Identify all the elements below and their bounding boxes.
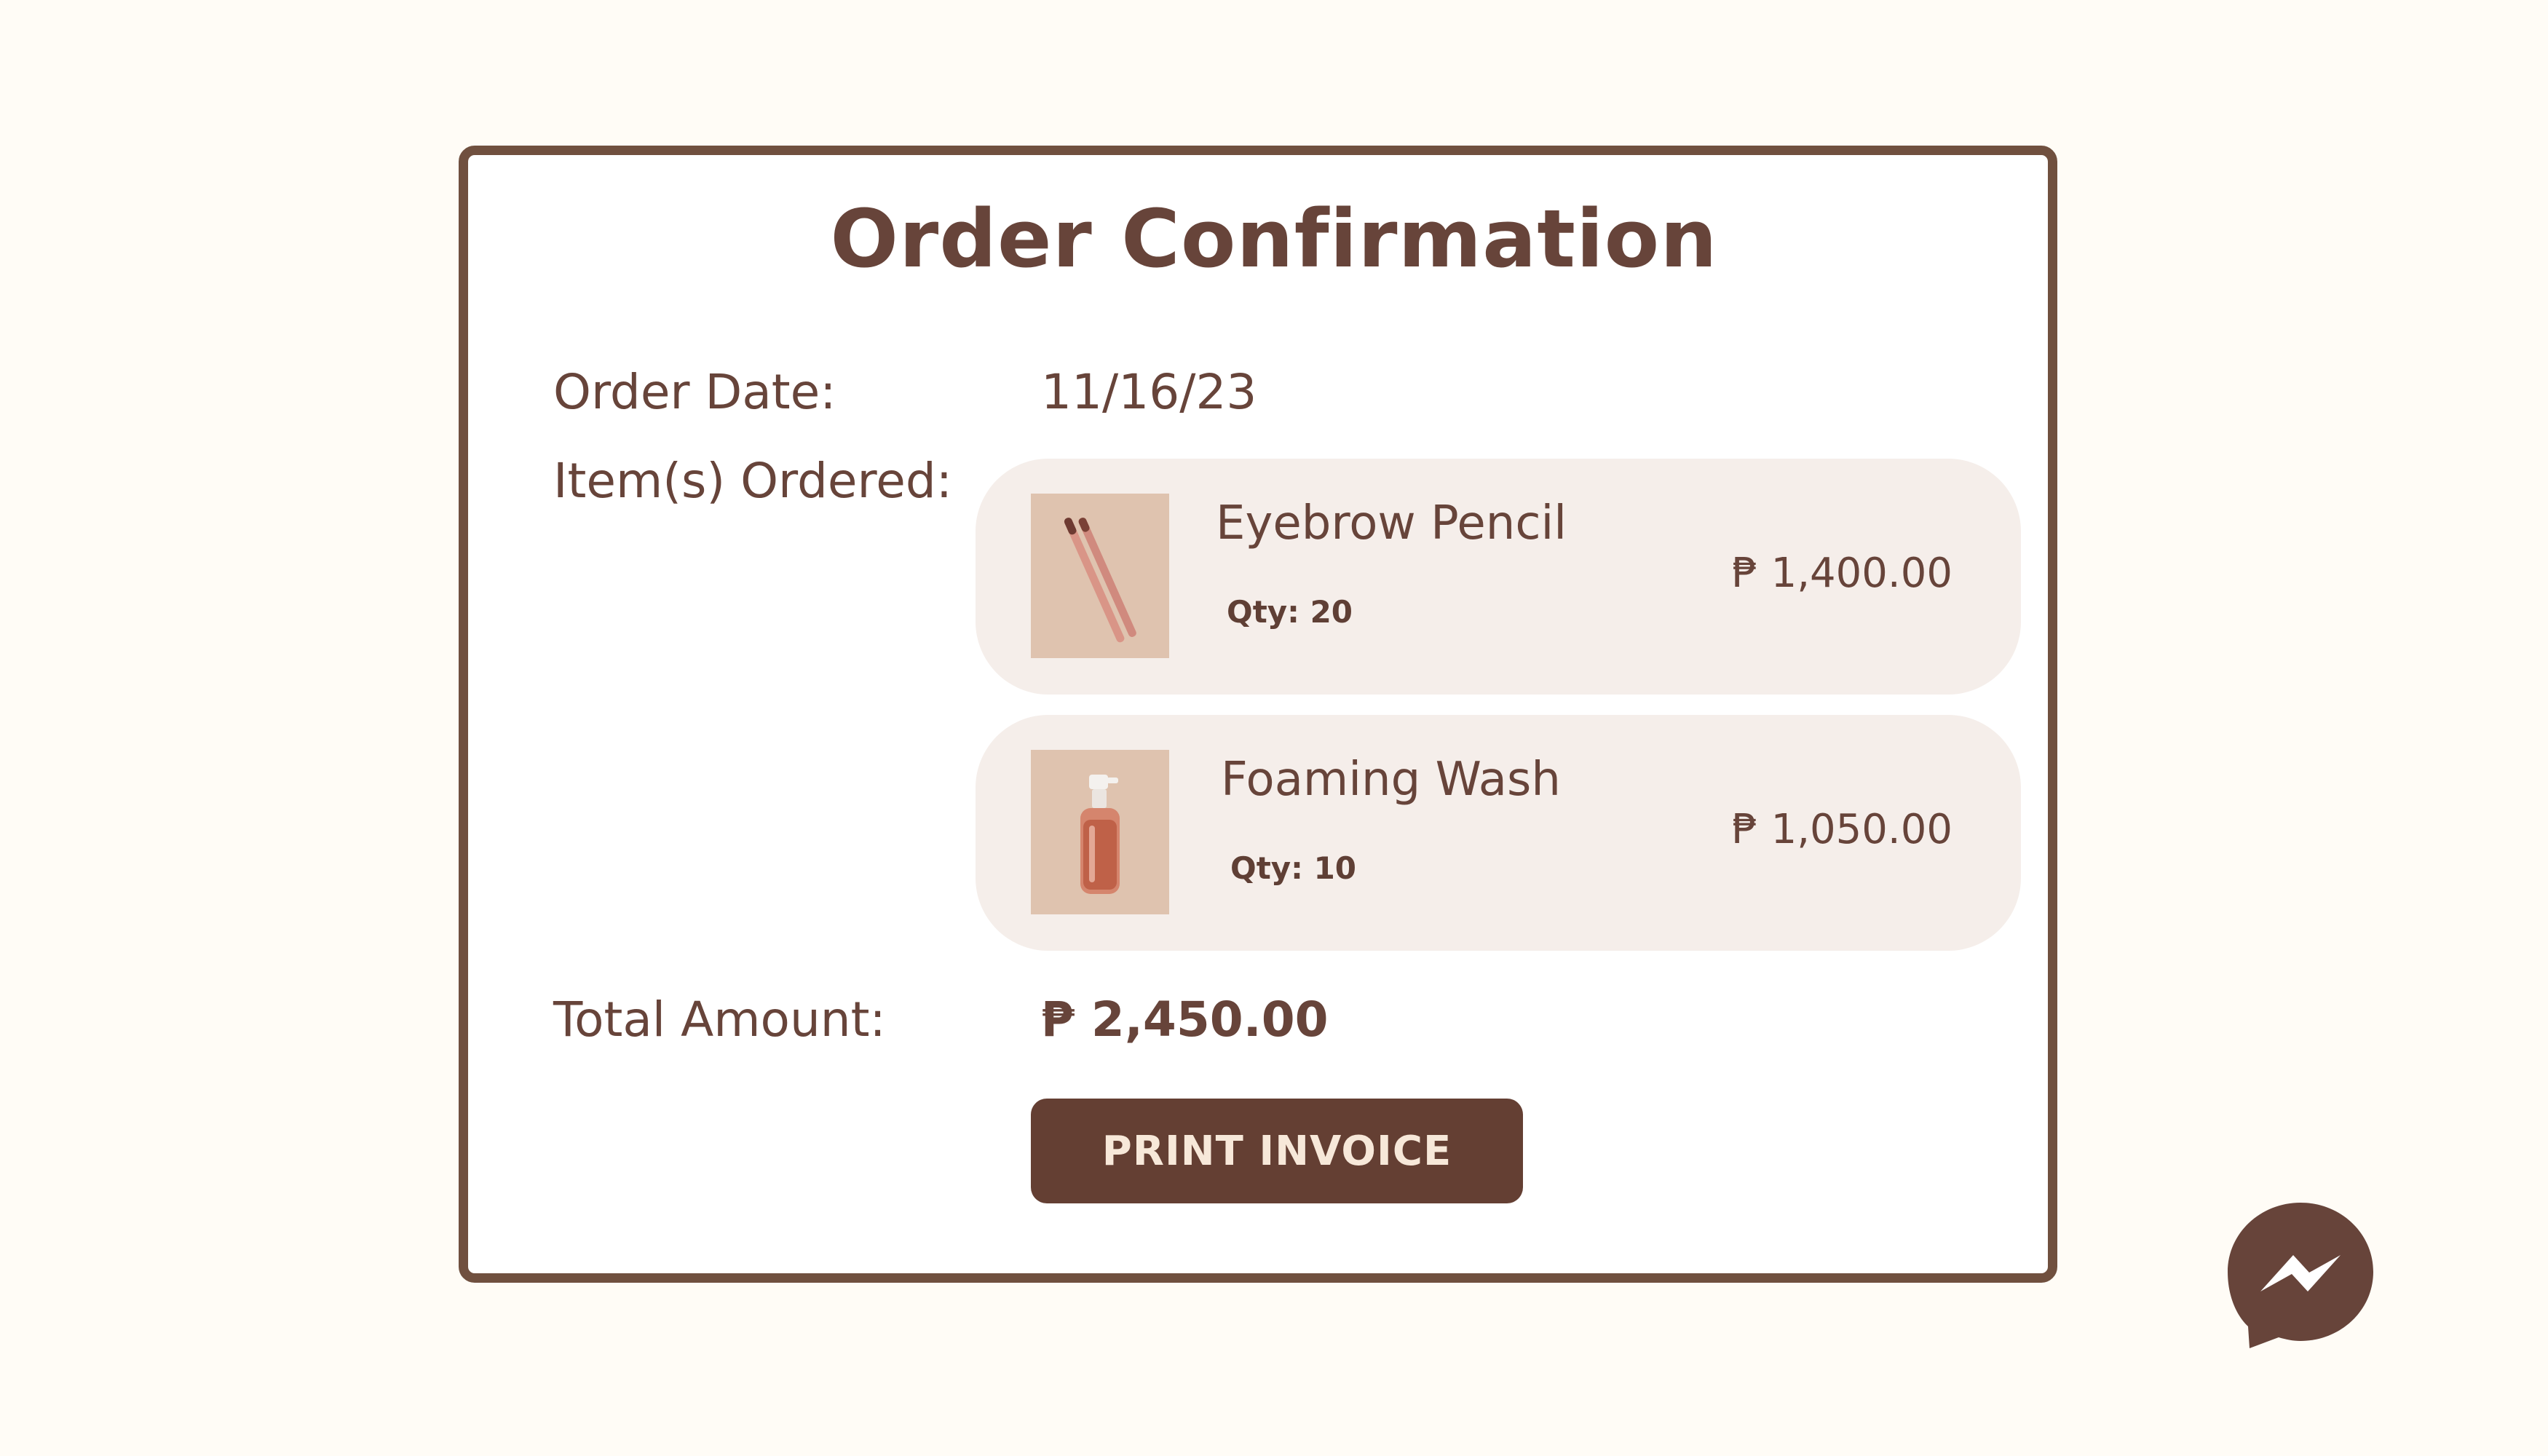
order-date-value: 11/16/23 xyxy=(1041,364,1257,420)
item-name: Foaming Wash xyxy=(1221,753,1561,807)
item-qty: Qty: 20 xyxy=(1227,594,1353,630)
item-name: Eyebrow Pencil xyxy=(1216,496,1567,550)
eyebrow-pencil-image xyxy=(1031,494,1169,658)
item-qty: Qty: 10 xyxy=(1230,850,1357,886)
item-price: ₱ 1,400.00 xyxy=(1732,550,1952,597)
foaming-wash-image xyxy=(1031,750,1169,914)
order-item: Eyebrow Pencil Qty: 20 ₱ 1,400.00 xyxy=(976,459,2021,695)
total-amount-label: Total Amount: xyxy=(553,992,886,1048)
print-invoice-button[interactable]: PRINT INVOICE xyxy=(1031,1099,1523,1203)
messenger-icon[interactable] xyxy=(2228,1203,2373,1348)
page-title: Order Confirmation xyxy=(830,192,1718,285)
order-item: Foaming Wash Qty: 10 ₱ 1,050.00 xyxy=(976,715,2021,951)
total-amount-value: ₱ 2,450.00 xyxy=(1041,992,1329,1048)
order-date-label: Order Date: xyxy=(553,364,836,420)
items-ordered-label: Item(s) Ordered: xyxy=(553,453,952,509)
item-price: ₱ 1,050.00 xyxy=(1732,806,1952,853)
